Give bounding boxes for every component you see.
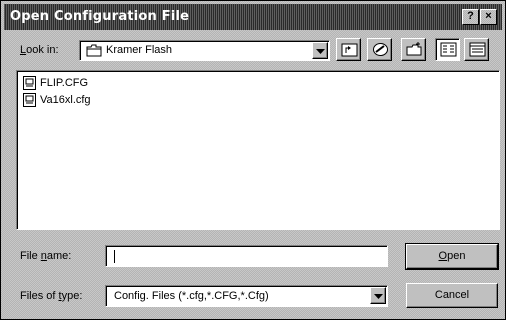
title-bar[interactable]: Open Configuration File ? × xyxy=(4,4,502,30)
details-view-icon xyxy=(469,42,486,57)
lookin-dropdown[interactable]: Kramer Flash xyxy=(79,40,330,61)
close-icon: × xyxy=(485,10,492,22)
lookin-value: Kramer Flash xyxy=(106,44,173,56)
text-caret xyxy=(114,250,115,263)
chevron-down-icon xyxy=(374,294,383,299)
filetype-dropdown[interactable]: Config. Files (*.cfg,*.CFG,*.Cfg) xyxy=(105,285,388,307)
open-button[interactable]: Open xyxy=(405,243,499,270)
list-view-button[interactable] xyxy=(435,38,460,61)
create-new-folder-button[interactable] xyxy=(401,38,426,61)
up-one-level-button[interactable] xyxy=(336,38,361,61)
close-button[interactable]: × xyxy=(480,9,497,25)
config-file-icon xyxy=(23,76,36,90)
lookin-label: Look in: xyxy=(20,44,59,56)
file-list[interactable]: FLIP.CFG Va16xl.cfg xyxy=(16,70,500,230)
filetype-label: Files of type: xyxy=(20,290,83,302)
filename-label: File name: xyxy=(20,250,72,262)
filetype-dropdown-button[interactable] xyxy=(370,287,386,304)
list-item[interactable]: Va16xl.cfg xyxy=(23,92,103,108)
cancel-button[interactable]: Cancel xyxy=(406,283,498,308)
file-name: FLIP.CFG xyxy=(40,77,89,89)
dialog-title: Open Configuration File xyxy=(10,9,190,24)
list-view-icon xyxy=(440,42,457,57)
network-button[interactable] xyxy=(367,38,392,61)
list-item[interactable]: FLIP.CFG xyxy=(23,75,103,91)
config-file-icon xyxy=(23,93,36,107)
filetype-value: Config. Files (*.cfg,*.CFG,*.Cfg) xyxy=(114,290,269,302)
up-one-level-icon xyxy=(341,43,358,57)
help-button[interactable]: ? xyxy=(462,9,479,25)
help-icon: ? xyxy=(467,10,474,22)
network-icon xyxy=(373,43,388,56)
lookin-dropdown-button[interactable] xyxy=(312,42,328,59)
chevron-down-icon xyxy=(316,49,325,54)
create-new-folder-icon xyxy=(406,42,422,56)
open-file-dialog: Open Configuration File ? × Look in: Kra… xyxy=(0,0,506,320)
file-name: Va16xl.cfg xyxy=(40,94,91,106)
folder-icon xyxy=(86,44,102,57)
details-view-button[interactable] xyxy=(464,38,489,61)
filename-input[interactable] xyxy=(105,245,388,267)
